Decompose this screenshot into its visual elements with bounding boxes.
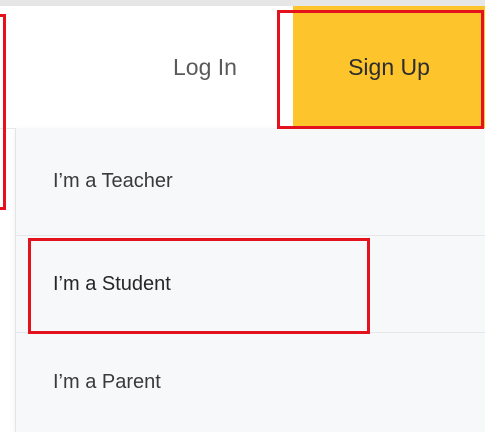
- menu-item-label: I’m a Teacher: [53, 170, 173, 192]
- signup-dropdown-menu: I’m a Teacher I’m a Student I’m a Parent: [15, 128, 485, 432]
- menu-item-teacher[interactable]: I’m a Teacher: [16, 128, 485, 236]
- menu-item-student[interactable]: I’m a Student: [16, 236, 485, 333]
- menu-item-parent[interactable]: I’m a Parent: [16, 333, 485, 432]
- menu-item-label: I’m a Parent: [53, 371, 161, 393]
- signup-button[interactable]: Sign Up: [293, 6, 485, 128]
- menu-item-label: I’m a Student: [53, 272, 171, 295]
- login-link[interactable]: Log In: [150, 6, 260, 128]
